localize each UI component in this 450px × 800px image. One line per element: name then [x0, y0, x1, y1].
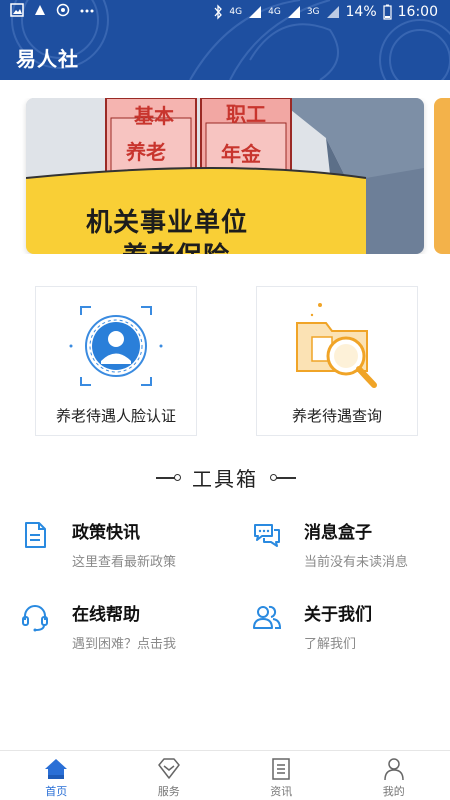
- tool-online-help[interactable]: 在线帮助 遇到困难？点击我: [20, 600, 220, 660]
- tool-online-help-title: 在线帮助: [72, 605, 140, 625]
- tool-about-us-subtitle: 了解我们: [304, 637, 357, 652]
- tool-message-box-subtitle: 当前没有未读消息: [304, 555, 409, 570]
- diamond-icon: [158, 758, 180, 779]
- nav-service[interactable]: 服务: [113, 751, 226, 800]
- tool-online-help-subtitle: 遇到困难？点击我: [72, 637, 177, 652]
- tool-policy-news[interactable]: 政策快讯 这里查看最新政策: [20, 518, 220, 578]
- status-bar: 4G 4G 3G 14% 16:00: [0, 0, 450, 24]
- tool-about-us[interactable]: 关于我们 了解我们: [252, 600, 450, 660]
- banner-carousel[interactable]: 基本 职工 养老 年金 机关事业单位 养老保险: [0, 98, 450, 254]
- banner-next-slide[interactable]: [434, 98, 450, 254]
- battery-percent: 14%: [345, 4, 377, 20]
- banner-slide[interactable]: 基本 职工 养老 年金 机关事业单位 养老保险: [26, 98, 424, 254]
- news-icon: [272, 758, 290, 780]
- banner-box-label-1: 基本: [134, 104, 174, 128]
- app-title: 易人社: [16, 47, 79, 71]
- network-label: 4G: [229, 7, 243, 17]
- home-icon: [45, 759, 68, 779]
- app-screen: 4G 4G 3G 14% 16:00 易人社 基本 职工 养老 年金 机关事业单…: [0, 0, 450, 800]
- pension-query-card[interactable]: 养老待遇查询: [256, 286, 418, 436]
- network-label-2: 4G: [268, 7, 281, 17]
- tool-policy-news-subtitle: 这里查看最新政策: [72, 555, 177, 570]
- battery-icon: [383, 4, 392, 20]
- banner-box-label-2: 养老: [126, 140, 166, 164]
- tool-message-box-title: 消息盒子: [304, 523, 372, 543]
- nav-mine[interactable]: 我的: [338, 751, 450, 800]
- signal-icon-2: [287, 5, 301, 19]
- pension-query-label: 养老待遇查询: [291, 407, 382, 425]
- toolbox-divider-right: [276, 477, 296, 479]
- tool-message-box[interactable]: 消息盒子 当前没有未读消息: [252, 518, 450, 578]
- nav-news[interactable]: 资讯: [225, 751, 338, 800]
- chat-bubbles-icon: [254, 524, 280, 547]
- nav-service-label: 服务: [157, 785, 180, 798]
- users-icon: [253, 605, 282, 629]
- toolbox-title: 工具箱: [192, 467, 258, 491]
- banner-headline: 机关事业单位: [86, 208, 249, 238]
- nav-mine-label: 我的: [382, 785, 405, 798]
- banner-box-label-4: 年金: [221, 142, 261, 166]
- signal-icon: [248, 5, 262, 19]
- nav-home[interactable]: 首页: [0, 751, 113, 800]
- clock: 16:00: [397, 4, 438, 20]
- bluetooth-icon: [213, 4, 223, 20]
- sync-icon: [56, 3, 70, 17]
- bottom-nav: 首页 服务 资讯 我的: [0, 750, 450, 800]
- banner-subheadline: 养老保险: [122, 236, 230, 254]
- face-auth-card[interactable]: 养老待遇人脸认证: [35, 286, 197, 436]
- document-icon: [25, 522, 46, 548]
- header: 4G 4G 3G 14% 16:00 易人社: [0, 0, 450, 80]
- face-recognition-icon: [36, 301, 196, 391]
- tool-about-us-title: 关于我们: [304, 605, 372, 625]
- app-icon: [33, 3, 47, 17]
- nav-home-label: 首页: [45, 785, 68, 798]
- headset-icon: [22, 605, 48, 632]
- network-label-3: 3G: [306, 7, 320, 17]
- banner-box-label-3: 职工: [226, 102, 266, 126]
- signal-icon-3: [326, 5, 340, 19]
- more-dots-icon: [79, 3, 95, 17]
- person-icon: [384, 758, 404, 781]
- folder-search-icon: [257, 301, 417, 391]
- tool-policy-news-title: 政策快讯: [72, 523, 140, 543]
- image-icon: [10, 3, 24, 17]
- face-auth-label: 养老待遇人脸认证: [55, 407, 176, 425]
- nav-news-label: 资讯: [270, 785, 293, 798]
